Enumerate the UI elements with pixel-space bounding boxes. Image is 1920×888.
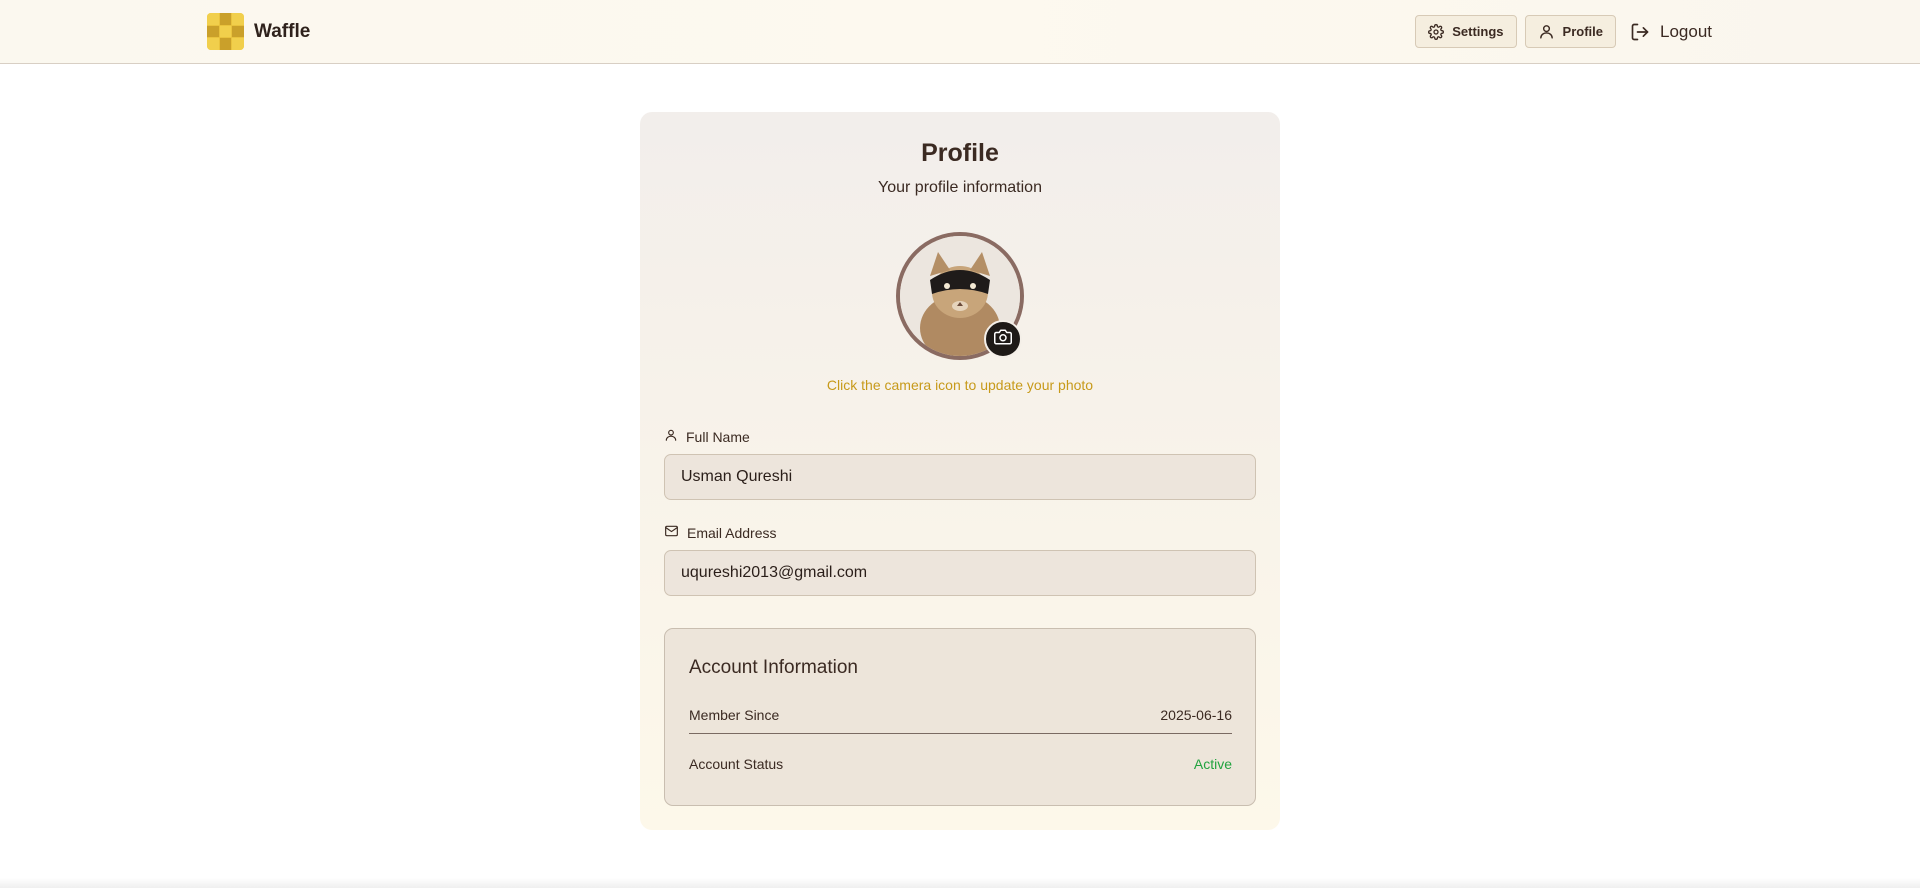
brand-name: Waffle — [254, 20, 311, 42]
account-status-label: Account Status — [689, 756, 784, 772]
divider — [689, 733, 1232, 734]
waffle-logo — [207, 13, 244, 50]
full-name-label-text: Full Name — [686, 428, 750, 445]
page-subtitle: Your profile information — [878, 179, 1042, 196]
member-since-label: Member Since — [689, 707, 780, 723]
profile-button[interactable]: Profile — [1524, 15, 1616, 48]
account-information-title: Account Information — [689, 657, 858, 678]
settings-label: Settings — [1452, 24, 1504, 39]
status-badge: Active — [1193, 756, 1232, 772]
profile-label: Profile — [1562, 24, 1603, 39]
member-since-row: Member Since 2025-06-16 — [689, 707, 1232, 723]
account-status-row: Account Status Active — [689, 756, 1232, 772]
logout-button[interactable]: Logout — [1624, 15, 1716, 48]
top-navigation-bar: Waffle Settings Profile Logout — [0, 0, 1920, 64]
full-name-label: Full Name — [664, 428, 750, 445]
mail-icon — [664, 524, 679, 541]
header-nav: Settings Profile Logout — [1415, 15, 1716, 48]
photo-hint: Click the camera icon to update your pho… — [826, 377, 1094, 393]
profile-card: Profile Your profile information Click t… — [640, 112, 1280, 830]
brand[interactable]: Waffle — [207, 13, 310, 50]
camera-icon — [994, 328, 1012, 351]
gear-icon — [1428, 23, 1445, 40]
logout-icon — [1630, 22, 1650, 42]
change-photo-button[interactable] — [984, 320, 1022, 358]
page-bottom-edge — [0, 878, 1920, 888]
account-information-panel: Account Information Member Since 2025-06… — [664, 628, 1256, 806]
user-icon — [664, 428, 678, 445]
logout-label: Logout — [1660, 21, 1712, 41]
email-input[interactable] — [664, 550, 1256, 596]
email-label-text: Email Address — [687, 524, 777, 541]
member-since-value: 2025-06-16 — [1160, 707, 1232, 723]
user-icon — [1538, 23, 1555, 40]
email-label: Email Address — [664, 524, 776, 541]
settings-button[interactable]: Settings — [1415, 15, 1517, 48]
avatar-container — [896, 232, 1024, 360]
full-name-input[interactable] — [664, 454, 1256, 500]
page-title: Profile — [921, 139, 999, 167]
